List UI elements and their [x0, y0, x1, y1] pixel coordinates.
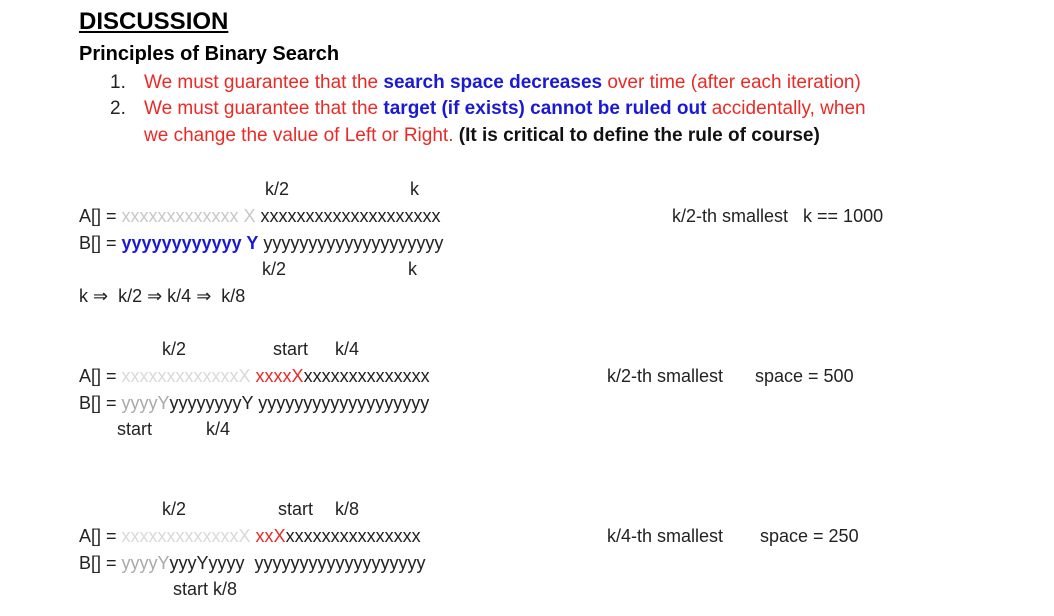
section-subtitle: Principles of Binary Search: [79, 43, 340, 65]
principle-2-continued: we change the value of Left or Right. (I…: [144, 126, 820, 145]
principle-2-number: 2.: [110, 98, 126, 119]
principle-2: 2. We must guarantee that the target (if …: [110, 99, 866, 118]
ex2-array-a: A[] = xxxxxxxxxxxxxX xxxxXxxxxxxxxxxxxxx: [79, 367, 430, 385]
ex3-b-rest: yyyYyyyy yyyyyyyyyyyyyyyyyyy: [169, 553, 426, 573]
ex2-array-b: B[] = yyyyYyyyyyyyyY yyyyyyyyyyyyyyyyyyy: [79, 394, 429, 412]
ex3-bottom-label: start k/8: [173, 579, 238, 599]
principle-1-highlight: search space decreases: [383, 72, 603, 93]
ex1-b-blue: yyyyyyyyyyyy Y: [121, 233, 259, 253]
ex2-a-red: xxxxX: [255, 366, 304, 386]
ex1-array-a: A[] = xxxxxxxxxxxxx X xxxxxxxxxxxxxxxxxx…: [79, 207, 441, 225]
page-title: DISCUSSION: [79, 8, 229, 35]
ex1-bottom-k2-label: k/2: [262, 259, 287, 279]
ex2-top-k4-label: k/4: [335, 339, 360, 359]
ex3-a-red: xxX: [255, 526, 286, 546]
ex2-b-rest: yyyyyyyyY yyyyyyyyyyyyyyyyyyy: [169, 393, 430, 413]
ex2-a-rest: xxxxxxxxxxxxxx: [303, 366, 430, 386]
ex2-bottom-start-label: start: [117, 419, 153, 439]
principle-2-line2: we change the value of Left or Right.: [144, 125, 459, 146]
ex2-bottom-k4-label: k/4: [206, 419, 231, 439]
ex3-note-space: space = 250: [760, 526, 859, 546]
page: { "heading": "DISCUSSION", "subheading":…: [0, 0, 1054, 616]
principle-2-post: accidentally, when: [706, 98, 866, 119]
ex3-a-prefix: A[] =: [79, 526, 122, 546]
ex1-array-b: B[] = yyyyyyyyyyyy Y yyyyyyyyyyyyyyyyyyy…: [79, 234, 443, 252]
principle-1-number: 1.: [110, 72, 126, 93]
ex3-a-rest: xxxxxxxxxxxxxxx: [285, 526, 421, 546]
principle-2-pre: We must guarantee that the: [144, 98, 384, 119]
ex3-top-k2-label: k/2: [162, 499, 187, 519]
principle-2-highlight: target (if exists) cannot be ruled out: [383, 98, 707, 119]
ex3-b-prefix: B[] =: [79, 553, 122, 573]
ex2-top-start-label: start: [273, 339, 309, 359]
ex3-array-b: B[] = yyyyYyyyYyyyy yyyyyyyyyyyyyyyyyyy: [79, 554, 426, 572]
ex3-b-gray: yyyyY: [121, 553, 170, 573]
ex2-note-space: space = 500: [755, 366, 854, 386]
principle-1-post: over time (after each iteration): [602, 72, 861, 93]
ex1-b-prefix: B[] =: [79, 233, 122, 253]
ex1-a-mark: X: [238, 206, 256, 226]
ex1-bottom-k-label: k: [408, 259, 417, 279]
ex2-note-label: k/2-th smallest: [607, 366, 724, 386]
principle-2-note: (It is critical to define the rule of co…: [458, 125, 820, 146]
ex3-a-faded: xxxxxxxxxxxxxX: [121, 526, 256, 546]
ex3-top-k8-label: k/8: [335, 499, 360, 519]
ex1-top-k2-label: k/2: [265, 179, 290, 199]
ex1-a-prefix: A[] =: [79, 206, 122, 226]
ex1-note: k/2-th smallest k == 1000: [672, 206, 884, 226]
ex1-b-rest: yyyyyyyyyyyyyyyyyyyy: [258, 233, 444, 253]
ex2-a-faded: xxxxxxxxxxxxxX: [121, 366, 256, 386]
ex1-sequence: k ⇒ k/2 ⇒ k/4 ⇒ k/8: [79, 286, 246, 306]
ex1-top-k-label: k: [410, 179, 419, 199]
principle-1-pre: We must guarantee that the: [144, 72, 384, 93]
ex2-b-prefix: B[] =: [79, 393, 122, 413]
ex2-a-prefix: A[] =: [79, 366, 122, 386]
ex2-b-gray: yyyyY: [121, 393, 170, 413]
principle-1: 1. We must guarantee that the search spac…: [110, 73, 861, 92]
ex1-a-rest: xxxxxxxxxxxxxxxxxxxx: [255, 206, 441, 226]
ex1-a-gray: xxxxxxxxxxxxx: [121, 206, 239, 226]
ex3-top-start-label: start: [278, 499, 314, 519]
ex2-top-k2-label: k/2: [162, 339, 187, 359]
ex3-array-a: A[] = xxxxxxxxxxxxxX xxXxxxxxxxxxxxxxxx: [79, 527, 421, 545]
ex3-note-label: k/4-th smallest: [607, 526, 724, 546]
